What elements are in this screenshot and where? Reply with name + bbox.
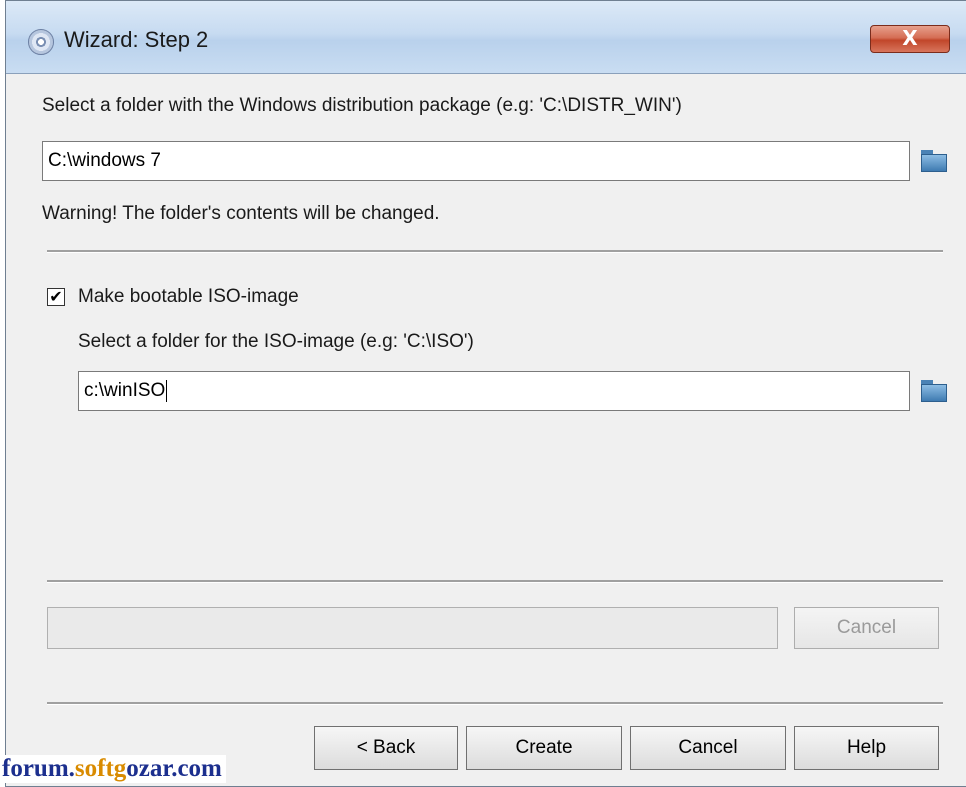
watermark-part: ozar.com (126, 755, 222, 782)
close-button[interactable]: X (870, 25, 950, 53)
iso-folder-prompt: Select a folder for the ISO-image (e.g: … (78, 331, 474, 352)
progress-bar (47, 607, 778, 649)
wizard-content: Select a folder with the Windows distrib… (6, 73, 966, 786)
make-iso-checkbox[interactable]: ✔ (47, 288, 65, 306)
iso-folder-input[interactable]: c:\winISO (78, 371, 910, 411)
browse-distrib-folder-icon[interactable] (921, 150, 947, 172)
browse-iso-folder-icon[interactable] (921, 380, 947, 402)
watermark-part: soft (74, 755, 114, 782)
cancel-button[interactable]: Cancel (630, 726, 786, 770)
wizard-window: Wizard: Step 2 X Select a folder with th… (5, 0, 966, 787)
watermark-part: g (113, 755, 127, 782)
title-bar[interactable]: Wizard: Step 2 X (6, 1, 966, 73)
back-button[interactable]: < Back (314, 726, 458, 770)
help-button[interactable]: Help (794, 726, 939, 770)
create-button[interactable]: Create (466, 726, 622, 770)
distrib-folder-prompt: Select a folder with the Windows distrib… (42, 95, 682, 116)
progress-cancel-button[interactable]: Cancel (794, 607, 939, 649)
watermark: forum.softgozar.com (2, 755, 226, 783)
separator (47, 250, 943, 253)
watermark-part: forum. (2, 755, 75, 782)
disc-icon (28, 29, 54, 55)
make-iso-label[interactable]: Make bootable ISO-image (78, 286, 299, 308)
separator (47, 580, 943, 583)
window-title: Wizard: Step 2 (64, 27, 209, 52)
warning-text: Warning! The folder's contents will be c… (42, 203, 440, 224)
distrib-folder-input[interactable]: C:\windows 7 (42, 141, 910, 181)
separator (47, 702, 943, 705)
text-caret (166, 379, 168, 402)
iso-folder-value: c:\winISO (84, 380, 166, 401)
